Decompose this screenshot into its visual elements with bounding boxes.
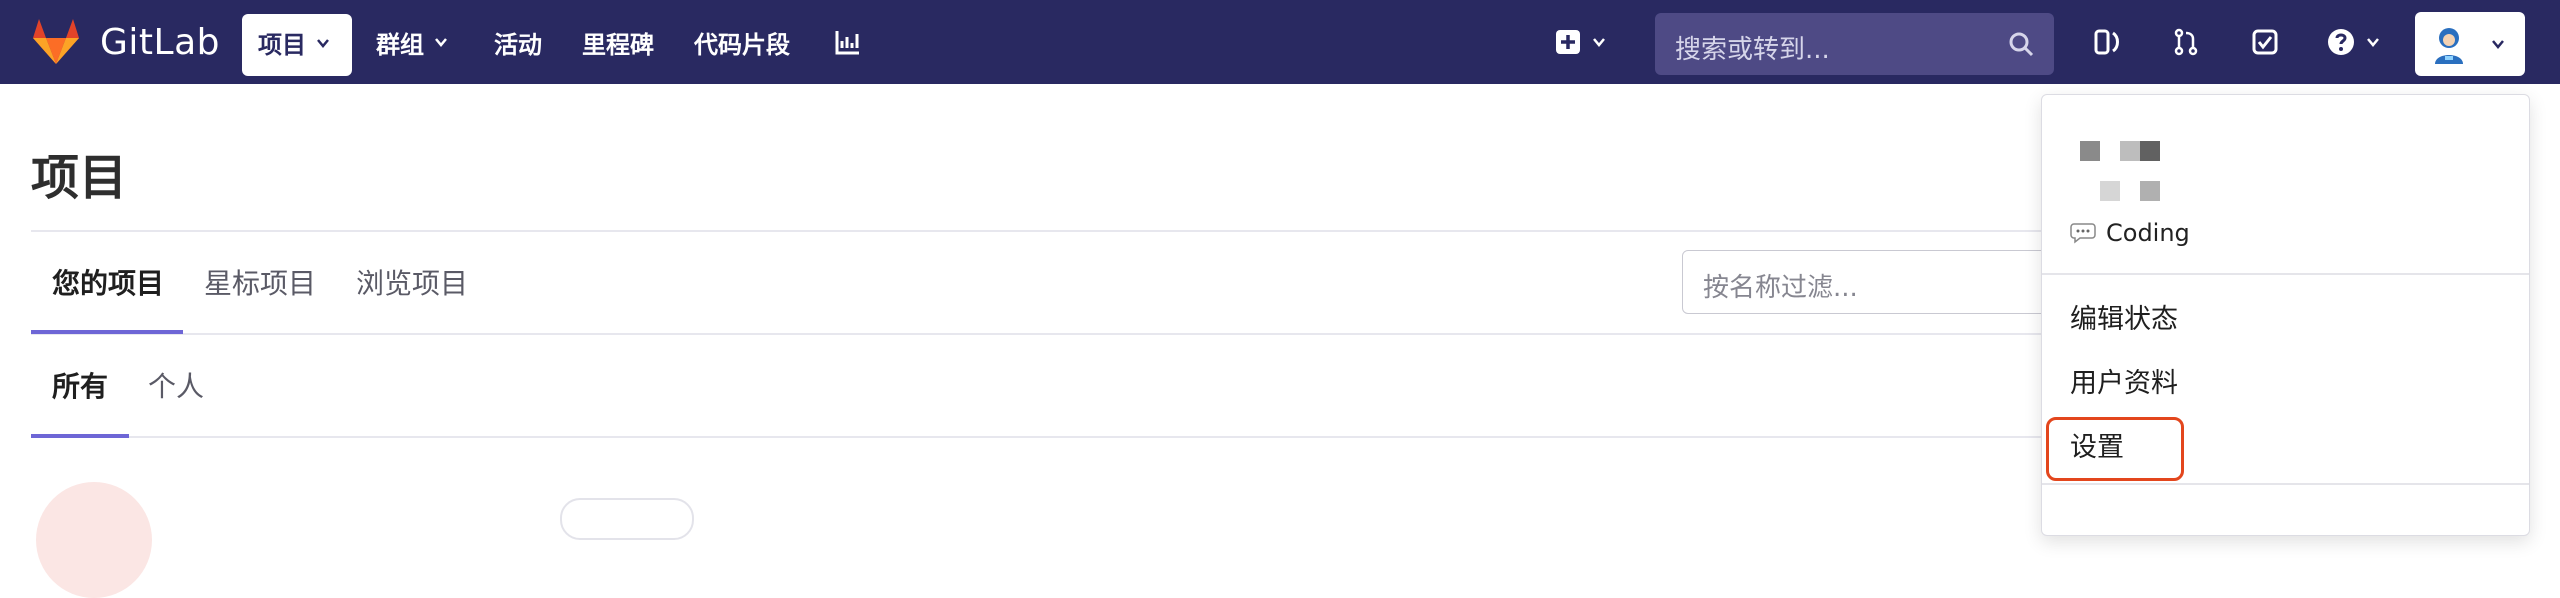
subtab-all[interactable]: 所有 bbox=[52, 365, 108, 405]
merge-request-icon-svg bbox=[2174, 28, 2198, 56]
chevron-down-icon bbox=[435, 38, 447, 47]
active-tab-underline bbox=[31, 330, 183, 334]
nav-projects-label: 项目 bbox=[258, 31, 306, 59]
user-status: Coding bbox=[2070, 219, 2190, 247]
chevron-down-icon bbox=[2367, 38, 2379, 47]
dropdown-separator bbox=[2042, 273, 2529, 275]
username-pixel bbox=[2100, 181, 2120, 201]
new-dropdown[interactable] bbox=[1554, 22, 1624, 62]
nav-projects[interactable]: 项目 bbox=[258, 25, 330, 60]
username-pixel bbox=[2140, 141, 2160, 161]
search-icon bbox=[2009, 32, 2034, 57]
nav-groups-label: 群组 bbox=[376, 30, 424, 59]
active-subtab-underline bbox=[31, 434, 129, 438]
user-status-text: Coding bbox=[2106, 219, 2190, 247]
tab-starred-projects[interactable]: 星标项目 bbox=[204, 262, 316, 302]
merge-request-icon[interactable] bbox=[2166, 22, 2206, 62]
nav-snippets-label: 代码片段 bbox=[694, 30, 790, 59]
issues-icon-svg bbox=[2094, 29, 2119, 55]
todo-check-icon-svg bbox=[2252, 29, 2278, 55]
username-pixel bbox=[2080, 141, 2100, 161]
speech-bubble-icon bbox=[2070, 223, 2096, 244]
brand-name: GitLab bbox=[100, 21, 220, 63]
project-badge bbox=[560, 498, 694, 540]
chevron-down-icon bbox=[2492, 40, 2504, 49]
search-placeholder: 搜索或转到... bbox=[1675, 35, 1830, 65]
nav-groups[interactable]: 群组 bbox=[376, 20, 448, 64]
page-title: 项目 bbox=[31, 150, 128, 206]
menu-item-edit-status[interactable]: 编辑状态 bbox=[2070, 297, 2178, 336]
menu-item-profile[interactable]: 用户资料 bbox=[2070, 361, 2178, 400]
nav-activity[interactable]: 活动 bbox=[494, 20, 542, 64]
nav-milestones[interactable]: 里程碑 bbox=[582, 20, 654, 64]
plus-square-icon bbox=[1556, 30, 1580, 54]
chevron-down-icon bbox=[1593, 38, 1605, 47]
tab-your-projects[interactable]: 您的项目 bbox=[52, 262, 164, 302]
nav-activity-label: 活动 bbox=[494, 30, 542, 59]
help-dropdown[interactable] bbox=[2326, 22, 2396, 62]
tab-explore-projects[interactable]: 浏览项目 bbox=[356, 262, 468, 302]
todo-check-icon[interactable] bbox=[2245, 22, 2285, 62]
gitlab-brand[interactable]: GitLab bbox=[30, 16, 220, 68]
issues-icon[interactable] bbox=[2087, 22, 2127, 62]
nav-snippets[interactable]: 代码片段 bbox=[694, 20, 790, 64]
settings-highlight-box bbox=[2046, 417, 2184, 481]
dropdown-separator bbox=[2042, 483, 2529, 485]
subtab-personal[interactable]: 个人 bbox=[148, 365, 204, 405]
user-menu-button[interactable] bbox=[2415, 12, 2525, 76]
global-search[interactable]: 搜索或转到... bbox=[1655, 13, 2054, 75]
username-pixel bbox=[2140, 181, 2160, 201]
username-pixel bbox=[2120, 141, 2140, 161]
user-dropdown-menu: Coding 编辑状态 用户资料 设置 bbox=[2041, 94, 2530, 536]
nav-milestones-label: 里程碑 bbox=[582, 30, 654, 59]
project-avatar[interactable] bbox=[36, 482, 152, 598]
gitlab-logo-icon bbox=[33, 19, 79, 64]
chart-icon[interactable] bbox=[828, 22, 868, 62]
chevron-down-icon bbox=[317, 38, 329, 48]
filter-placeholder: 按名称过滤... bbox=[1703, 273, 1858, 303]
help-icon bbox=[2328, 29, 2354, 55]
user-avatar-icon bbox=[2435, 28, 2463, 64]
chart-icon-svg bbox=[835, 31, 859, 55]
